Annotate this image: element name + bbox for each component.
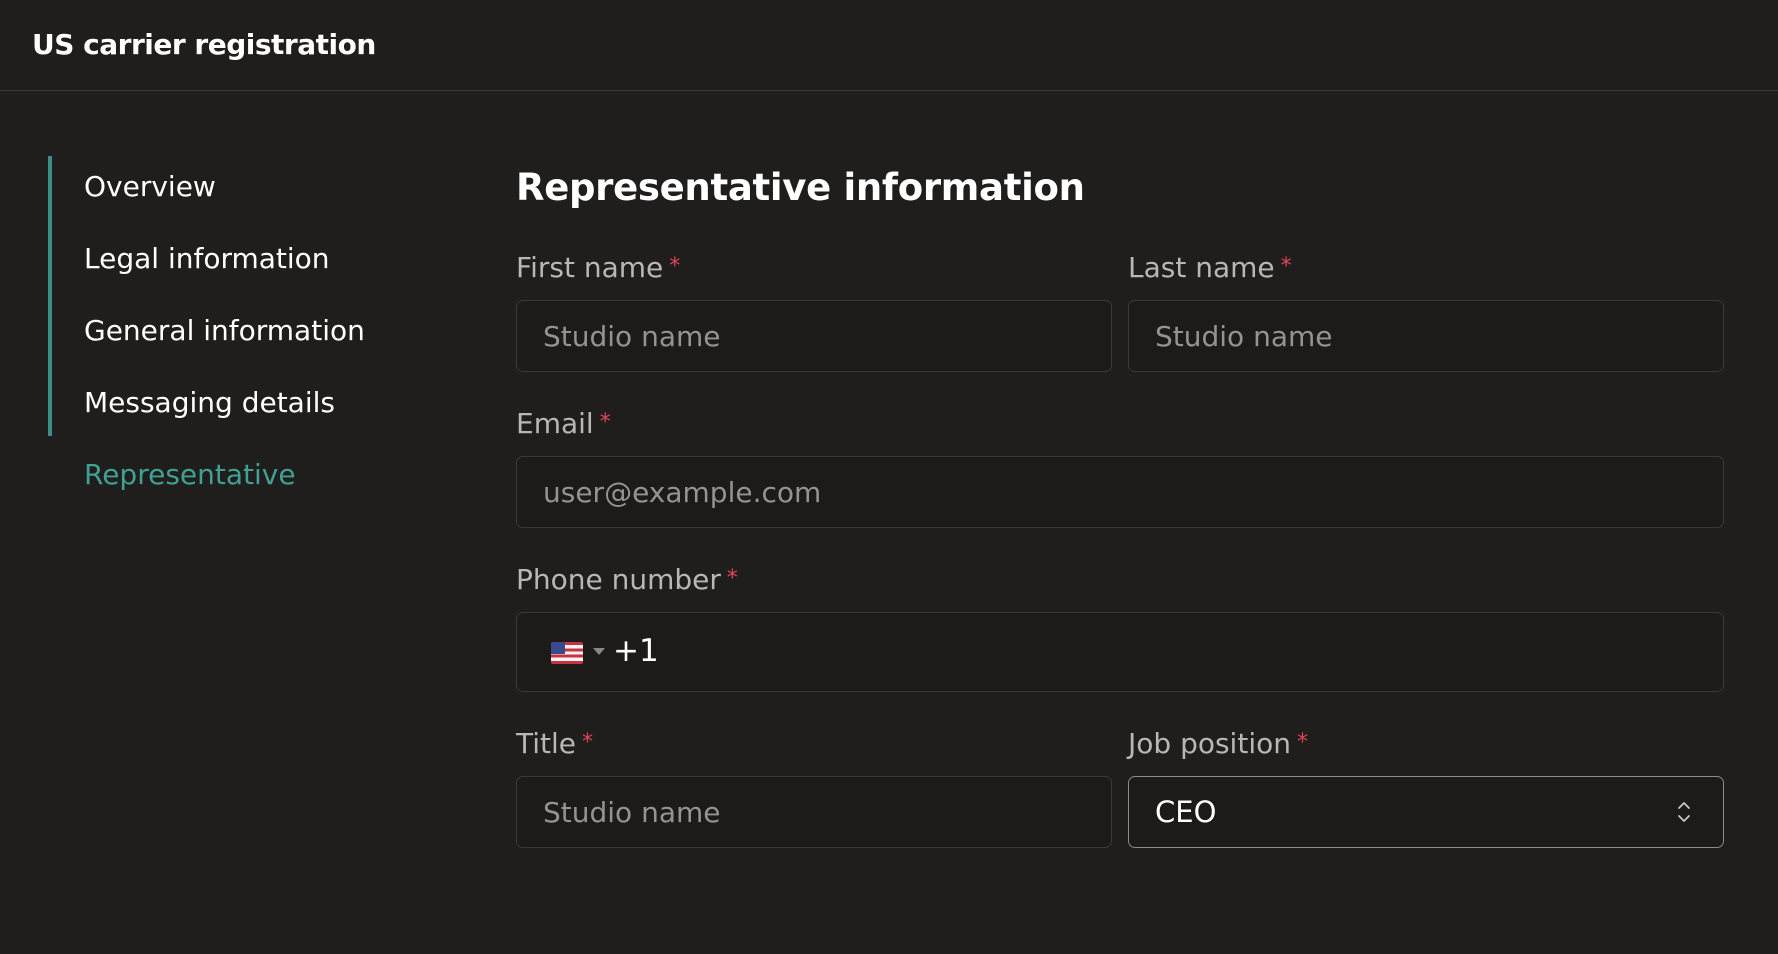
- required-marker: *: [726, 566, 738, 591]
- phone-input[interactable]: +1: [516, 612, 1724, 692]
- app-title: US carrier registration: [32, 28, 376, 61]
- sidebar-item-messaging-details[interactable]: Messaging details: [84, 386, 335, 419]
- job-position-select[interactable]: CEO: [1128, 776, 1724, 848]
- job-position-value: CEO: [1155, 795, 1217, 829]
- first-name-input[interactable]: [516, 300, 1112, 372]
- page-title: Representative information: [516, 166, 1085, 209]
- required-marker: *: [1296, 730, 1308, 755]
- job-position-label: Job position *: [1128, 727, 1308, 760]
- required-marker: *: [669, 254, 681, 279]
- sidebar-item-general-information[interactable]: General information: [84, 314, 365, 347]
- last-name-input[interactable]: [1128, 300, 1724, 372]
- chevron-down-icon[interactable]: [593, 648, 605, 655]
- phone-label: Phone number *: [516, 563, 738, 596]
- job-position-label-text: Job position: [1128, 727, 1291, 760]
- email-input[interactable]: [516, 456, 1724, 528]
- required-marker: *: [582, 730, 594, 755]
- title-label-text: Title: [516, 727, 577, 760]
- first-name-label-text: First name: [516, 251, 664, 284]
- sidebar-item-representative[interactable]: Representative: [84, 458, 296, 491]
- top-bar: US carrier registration: [0, 0, 1778, 91]
- chevron-up-down-icon: [1678, 802, 1690, 822]
- email-label-text: Email: [516, 407, 594, 440]
- us-flag-icon[interactable]: [551, 642, 583, 664]
- first-name-label: First name *: [516, 251, 680, 284]
- email-label: Email *: [516, 407, 611, 440]
- required-marker: *: [1280, 254, 1292, 279]
- required-marker: *: [599, 410, 611, 435]
- sidebar-item-overview[interactable]: Overview: [84, 170, 216, 203]
- title-label: Title *: [516, 727, 593, 760]
- flag-canton: [551, 642, 565, 654]
- last-name-label-text: Last name: [1128, 251, 1275, 284]
- sidebar-item-legal-information[interactable]: Legal information: [84, 242, 330, 275]
- dial-code: +1: [613, 633, 659, 669]
- sidebar-progress-track: [48, 156, 52, 436]
- title-input[interactable]: [516, 776, 1112, 848]
- phone-label-text: Phone number: [516, 563, 721, 596]
- last-name-label: Last name *: [1128, 251, 1292, 284]
